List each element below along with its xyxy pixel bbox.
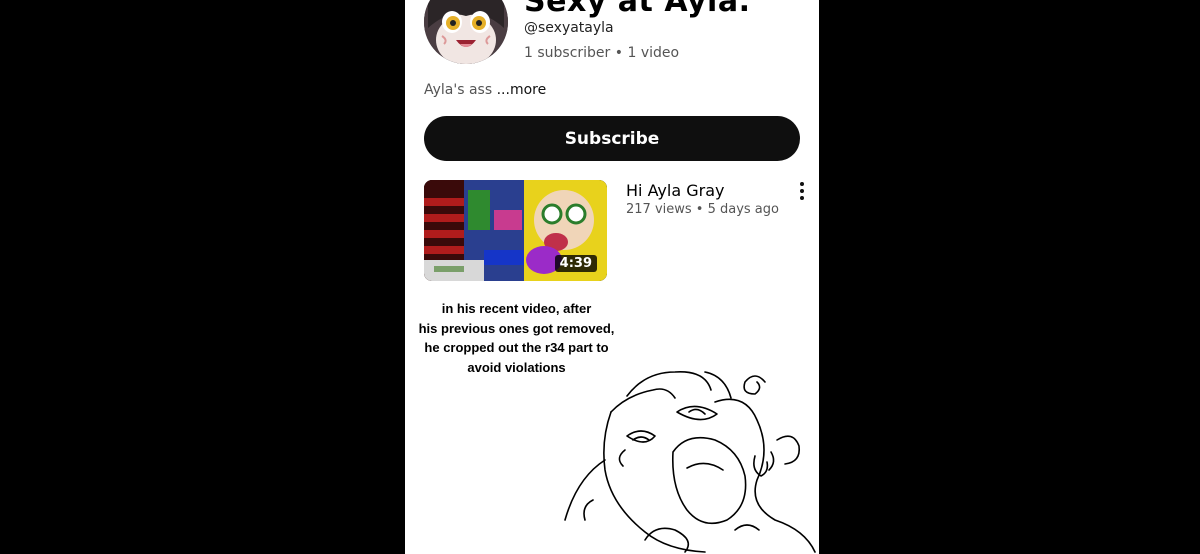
channel-page: Sexy at Ayla. @sexyatayla 1 subscriber •…: [405, 0, 819, 554]
crying-face-doodle: [564, 371, 816, 553]
